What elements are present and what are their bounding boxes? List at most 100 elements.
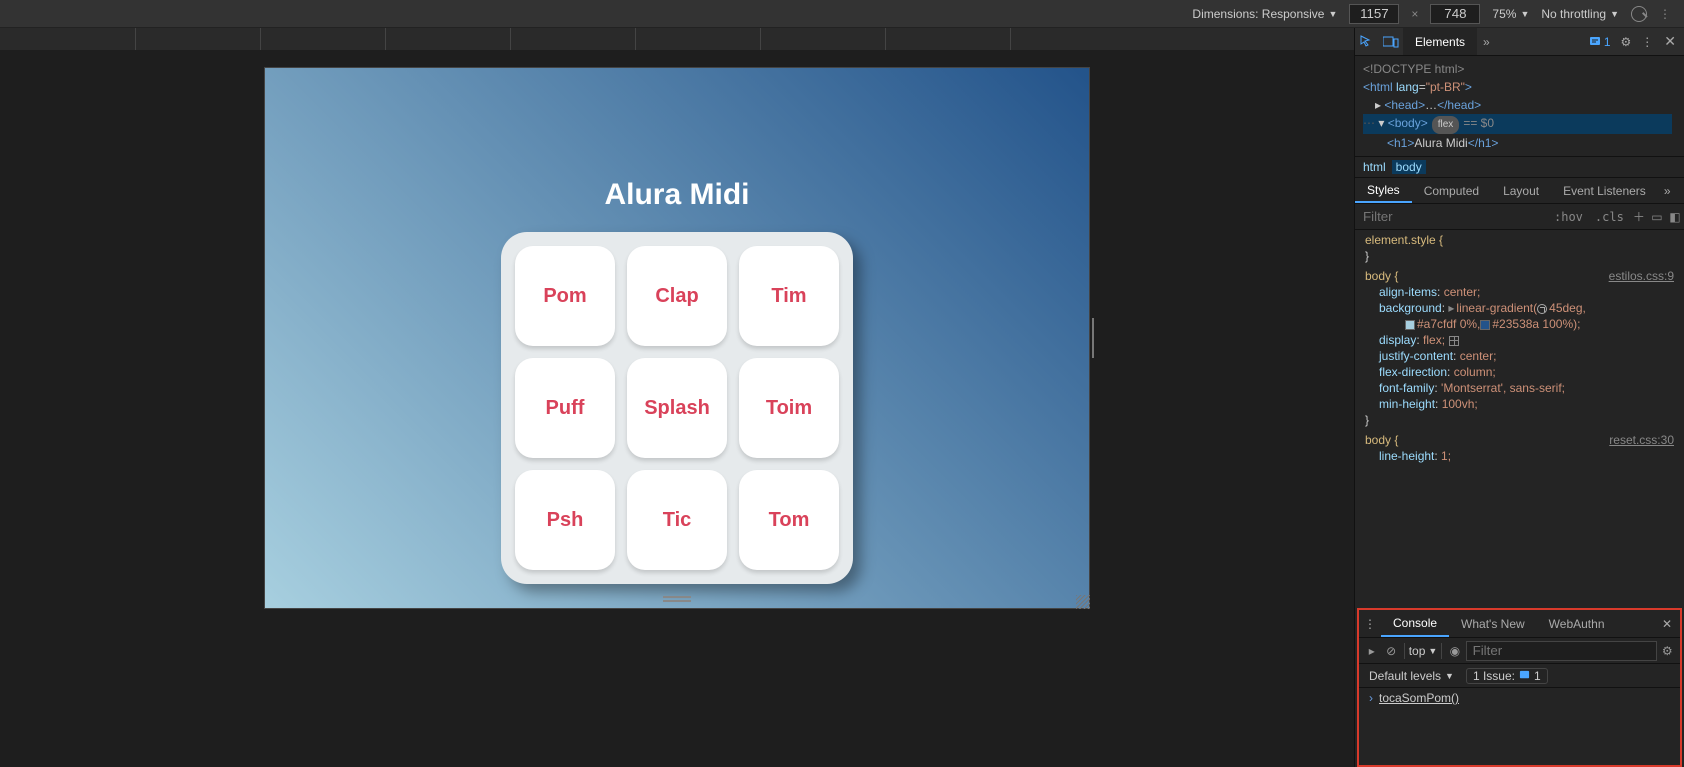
- dimensions-select[interactable]: Dimensions: Responsive ▼: [1192, 7, 1337, 21]
- swatch-icon[interactable]: [1480, 320, 1490, 330]
- close-icon[interactable]: ✕: [1664, 33, 1676, 50]
- key-pom[interactable]: Pom: [515, 246, 615, 346]
- swatch-icon[interactable]: [1405, 320, 1415, 330]
- tab-label: What's New: [1461, 617, 1525, 631]
- console-drawer: ⋮ Console What's New WebAuthn ✕ ▸ ⊘ top …: [1357, 608, 1682, 767]
- throttle-select[interactable]: No throttling ▼: [1541, 7, 1619, 21]
- key-puff[interactable]: Puff: [515, 358, 615, 458]
- gear-icon[interactable]: ⚙: [1659, 644, 1676, 658]
- tab-elements[interactable]: Elements: [1403, 28, 1477, 55]
- css-value: 'Montserrat', sans-serif;: [1441, 381, 1565, 395]
- flex-editor-icon[interactable]: [1449, 336, 1459, 346]
- brace: }: [1365, 412, 1674, 428]
- tab-label: Styles: [1367, 183, 1400, 197]
- device-icon[interactable]: [1379, 28, 1403, 55]
- more-tabs-icon[interactable]: »: [1477, 35, 1496, 49]
- source-link[interactable]: estilos.css:9: [1609, 268, 1674, 284]
- console-status-row: Default levels ▼ 1 Issue: 1: [1359, 664, 1680, 688]
- clear-icon[interactable]: ⊘: [1382, 644, 1399, 658]
- tab-console[interactable]: Console: [1381, 610, 1449, 637]
- css-value: 1;: [1441, 449, 1451, 463]
- tab-listeners[interactable]: Event Listeners: [1551, 178, 1658, 203]
- width-input[interactable]: [1349, 4, 1399, 24]
- context-select[interactable]: top ▼: [1409, 644, 1438, 658]
- tab-webauthn[interactable]: WebAuthn: [1537, 610, 1617, 637]
- key-label: Pom: [543, 285, 586, 308]
- hov-toggle[interactable]: :hov: [1548, 210, 1589, 224]
- key-tom[interactable]: Tom: [739, 470, 839, 570]
- viewport: Alura Midi Pom Clap Tim Puff Splash Toim…: [265, 68, 1089, 608]
- close-icon[interactable]: ✕: [1654, 617, 1680, 631]
- key-label: Splash: [644, 397, 710, 420]
- levels-select[interactable]: Default levels ▼: [1369, 669, 1454, 683]
- chevron-down-icon: ▼: [1610, 9, 1619, 19]
- cls-toggle[interactable]: .cls: [1589, 210, 1630, 224]
- preview-pane: Alura Midi Pom Clap Tim Puff Splash Toim…: [0, 28, 1354, 767]
- height-input[interactable]: [1430, 4, 1480, 24]
- throttle-label: No throttling: [1541, 7, 1606, 21]
- issue-count: 1: [1534, 669, 1541, 683]
- tab-label: WebAuthn: [1549, 617, 1605, 631]
- resize-handle-bottom[interactable]: [663, 596, 691, 602]
- bc-body[interactable]: body: [1392, 160, 1426, 174]
- key-label: Tim: [771, 285, 806, 308]
- eye-icon[interactable]: ◉: [1446, 644, 1463, 658]
- tab-layout[interactable]: Layout: [1491, 178, 1551, 203]
- key-clap[interactable]: Clap: [627, 246, 727, 346]
- resize-handle-corner[interactable]: [1076, 595, 1090, 609]
- tab-label: Layout: [1503, 184, 1539, 198]
- levels-label: Default levels: [1369, 669, 1441, 683]
- chevron-down-icon: ▼: [1520, 9, 1529, 19]
- tab-whatsnew[interactable]: What's New: [1449, 610, 1537, 637]
- rule-selector: body {: [1365, 433, 1398, 447]
- rotate-icon[interactable]: [1631, 6, 1647, 22]
- key-toim[interactable]: Toim: [739, 358, 839, 458]
- ruler: [0, 28, 1354, 50]
- dimensions-label: Dimensions: Responsive: [1192, 7, 1324, 21]
- styles-pane[interactable]: element.style { } estilos.css:9body { al…: [1355, 230, 1684, 608]
- resize-handle-right[interactable]: [1092, 318, 1099, 358]
- dom-head: ▸ <head>…</head>: [1363, 96, 1672, 114]
- bc-html[interactable]: html: [1363, 160, 1386, 174]
- gear-icon[interactable]: ⚙: [1621, 35, 1632, 49]
- tab-computed[interactable]: Computed: [1412, 178, 1491, 203]
- kebab-icon[interactable]: ⋮: [1659, 7, 1672, 21]
- key-label: Psh: [547, 509, 584, 532]
- dom-tree[interactable]: <!DOCTYPE html> <html lang="pt-BR"> ▸ <h…: [1355, 56, 1684, 156]
- issues-count: 1: [1604, 35, 1611, 49]
- angle-icon[interactable]: [1537, 304, 1547, 314]
- print-icon[interactable]: ▭: [1648, 210, 1666, 224]
- key-tim[interactable]: Tim: [739, 246, 839, 346]
- key-tic[interactable]: Tic: [627, 470, 727, 570]
- more-subtabs-icon[interactable]: »: [1658, 184, 1677, 198]
- css-prop: flex-direction: [1379, 365, 1447, 379]
- kebab-icon[interactable]: ⋮: [1641, 35, 1654, 49]
- styles-filter-row: :hov .cls ＋ ▭ ◧: [1355, 204, 1684, 230]
- styles-filter-input[interactable]: [1355, 204, 1548, 229]
- issues-badge[interactable]: 1: [1589, 35, 1611, 49]
- css-prop: line-height: [1379, 449, 1434, 463]
- key-splash[interactable]: Splash: [627, 358, 727, 458]
- zoom-select[interactable]: 75% ▼: [1492, 7, 1529, 21]
- inspect-icon[interactable]: [1355, 28, 1379, 55]
- dom-body[interactable]: ⋯ ▾ <body>flex== $0: [1363, 114, 1672, 134]
- tab-styles[interactable]: Styles: [1355, 178, 1412, 203]
- plus-icon[interactable]: ＋: [1630, 208, 1648, 225]
- panel-icon[interactable]: ◧: [1666, 210, 1684, 224]
- console-issue-badge[interactable]: 1 Issue: 1: [1466, 668, 1548, 684]
- css-prop: min-height: [1379, 397, 1435, 411]
- dom-html: <html lang="pt-BR">: [1363, 78, 1672, 96]
- css-value: flex;: [1423, 333, 1445, 347]
- css-value: center;: [1444, 285, 1481, 299]
- h1-text: Alura Midi: [1414, 136, 1467, 150]
- sidebar-toggle-icon[interactable]: ▸: [1363, 644, 1380, 658]
- styles-subtabs: Styles Computed Layout Event Listeners »: [1355, 178, 1684, 204]
- css-prop: justify-content: [1379, 349, 1453, 363]
- source-link[interactable]: reset.css:30: [1609, 432, 1674, 448]
- console-body[interactable]: ›tocaSomPom(): [1359, 688, 1680, 765]
- key-label: Tic: [663, 509, 692, 532]
- console-filter-input[interactable]: [1466, 641, 1657, 661]
- console-entry: tocaSomPom(): [1379, 691, 1459, 705]
- key-psh[interactable]: Psh: [515, 470, 615, 570]
- kebab-icon[interactable]: ⋮: [1359, 617, 1381, 631]
